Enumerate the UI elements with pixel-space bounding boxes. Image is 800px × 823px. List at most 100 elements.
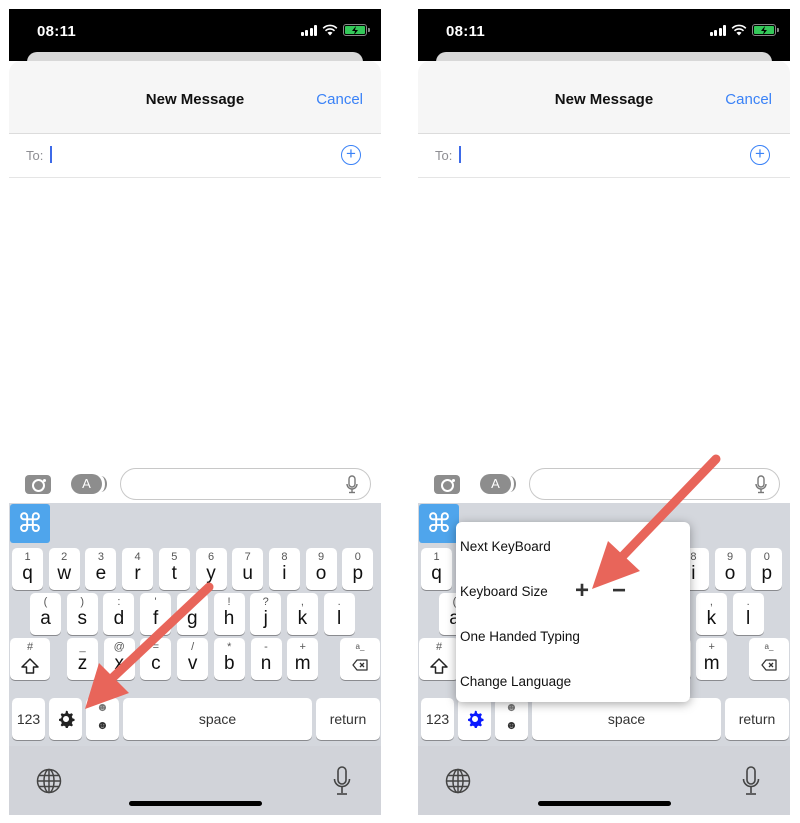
menu-item-change-language[interactable]: Change Language	[460, 674, 571, 689]
key-x[interactable]: @x	[103, 638, 135, 680]
app-store-icon[interactable]: A	[71, 474, 107, 494]
key-secondary-char: ,	[709, 596, 713, 608]
key-q[interactable]: 1q	[421, 548, 452, 590]
key-primary-char: z	[77, 653, 88, 674]
key-e[interactable]: 3e	[85, 548, 117, 590]
key-secondary-char: 5	[171, 551, 178, 563]
space-key[interactable]: space	[532, 698, 721, 740]
command-icon[interactable]: ⌘	[10, 504, 50, 543]
key-l[interactable]: .l	[323, 593, 355, 635]
key-secondary-char: 9	[727, 551, 734, 563]
key-secondary-char: ,	[300, 596, 304, 608]
numbers-key[interactable]: 123	[12, 698, 45, 740]
key-o[interactable]: 9o	[714, 548, 746, 590]
key-k[interactable]: ,k	[695, 593, 727, 635]
space-key[interactable]: space	[123, 698, 312, 740]
numbers-key[interactable]: 123	[421, 698, 454, 740]
key-b[interactable]: *b	[213, 638, 245, 680]
key-f[interactable]: 'f	[140, 593, 172, 635]
key-v[interactable]: /v	[177, 638, 209, 680]
key-p[interactable]: 0p	[342, 548, 374, 590]
key-primary-char: v	[187, 653, 198, 674]
keyboard-size-increase-button[interactable]: +	[575, 577, 589, 605]
key-secondary-char: #	[435, 641, 443, 653]
key-z[interactable]: _z	[67, 638, 98, 680]
key-d[interactable]: :d	[103, 593, 135, 635]
shift-key[interactable]: #	[10, 638, 50, 680]
key-c[interactable]: =c	[140, 638, 172, 680]
cancel-button[interactable]: Cancel	[725, 91, 772, 108]
app-store-icon[interactable]: A	[480, 474, 516, 494]
key-secondary-char: '	[154, 596, 157, 608]
key-o[interactable]: 9o	[305, 548, 337, 590]
add-contact-icon[interactable]: +	[750, 145, 770, 165]
camera-icon[interactable]	[434, 475, 460, 494]
key-secondary-char: a_	[355, 642, 365, 651]
emoji-icon: ☻	[96, 718, 109, 732]
keyboard: ⌘ 1q2w3e4r5t6y7u8i9o0p(a)s:d'f&g!h?j,k.l…	[418, 503, 790, 815]
globe-icon[interactable]	[36, 768, 62, 794]
recipient-label: To:	[26, 148, 44, 163]
key-secondary-char: 1	[433, 551, 440, 563]
key-k[interactable]: ,k	[286, 593, 318, 635]
key-q[interactable]: 1q	[12, 548, 43, 590]
gear-icon	[58, 710, 75, 728]
key-m[interactable]: + m	[287, 638, 319, 680]
key-l[interactable]: .l	[732, 593, 764, 635]
command-icon[interactable]: ⌘	[419, 504, 459, 543]
delete-key[interactable]: a_	[340, 638, 380, 680]
recipient-field[interactable]: To: +	[418, 134, 790, 178]
key-j[interactable]: ?j	[250, 593, 282, 635]
cancel-button[interactable]: Cancel	[316, 91, 363, 108]
key-p[interactable]: 0p	[751, 548, 783, 590]
menu-item-one-handed-typing[interactable]: One Handed Typing	[460, 629, 580, 644]
key-secondary-char: 9	[318, 551, 325, 563]
message-input[interactable]	[529, 468, 780, 500]
navigation-bar: New Message Cancel	[9, 61, 381, 134]
settings-key[interactable]	[458, 698, 491, 740]
keyboard-size-decrease-button[interactable]: −	[612, 577, 626, 605]
dictation-microphone-icon[interactable]	[333, 766, 351, 796]
camera-icon[interactable]	[25, 475, 51, 494]
delete-key[interactable]: a_	[749, 638, 789, 680]
key-u[interactable]: 7u	[232, 548, 264, 590]
key-s[interactable]: )s	[66, 593, 98, 635]
phone-screen-left: 08:11 New Message Cancel To: + A ⌘ 1q2w3…	[9, 9, 381, 815]
key-g[interactable]: &g	[176, 593, 208, 635]
key-secondary-char: &	[188, 596, 196, 608]
key-h[interactable]: !h	[213, 593, 245, 635]
key-y[interactable]: 6y	[195, 548, 227, 590]
text-cursor	[459, 146, 461, 163]
settings-key[interactable]	[49, 698, 82, 740]
keyboard-settings-menu: Next KeyBoard Keyboard Size + − One Hand…	[456, 522, 690, 702]
home-indicator[interactable]	[538, 801, 671, 806]
recipient-field[interactable]: To: +	[9, 134, 381, 178]
add-contact-icon[interactable]: +	[341, 145, 361, 165]
emoji-key[interactable]: ☻ ☻	[86, 698, 119, 740]
return-key[interactable]: return	[725, 698, 789, 740]
key-primary-char: k	[297, 608, 308, 629]
message-input[interactable]	[120, 468, 371, 500]
key-primary-char: y	[206, 563, 216, 584]
key-secondary-char: 4	[134, 551, 141, 563]
microphone-icon[interactable]	[346, 475, 358, 494]
home-indicator[interactable]	[129, 801, 262, 806]
key-r[interactable]: 4r	[122, 548, 154, 590]
key-m[interactable]: + m	[696, 638, 728, 680]
key-a[interactable]: (a	[30, 593, 61, 635]
status-time: 08:11	[446, 23, 486, 40]
emoji-key[interactable]: ☻ ☻	[495, 698, 528, 740]
key-n[interactable]: -n	[250, 638, 282, 680]
microphone-icon[interactable]	[755, 475, 767, 494]
emoji-icon: ☻	[96, 700, 109, 714]
return-key[interactable]: return	[316, 698, 380, 740]
shift-key[interactable]: #	[419, 638, 459, 680]
key-w[interactable]: 2w	[48, 548, 80, 590]
key-t[interactable]: 5t	[158, 548, 190, 590]
cellular-signal-icon	[300, 24, 317, 36]
dictation-microphone-icon[interactable]	[742, 766, 760, 796]
menu-item-next-keyboard[interactable]: Next KeyBoard	[460, 539, 551, 554]
globe-icon[interactable]	[445, 768, 471, 794]
key-secondary-char: 6	[207, 551, 215, 563]
key-i[interactable]: 8i	[268, 548, 300, 590]
